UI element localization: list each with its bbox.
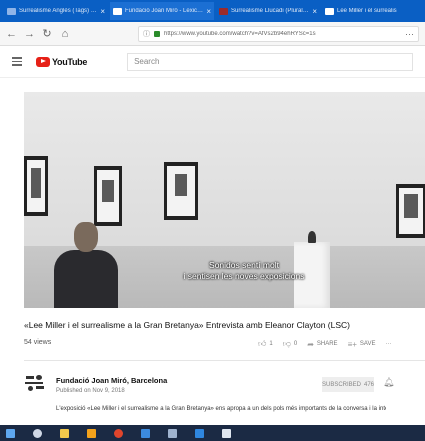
youtube-header: YouTube Search xyxy=(0,46,425,78)
browser-tab-2[interactable]: Fundació Joan Miró - Lexicon × xyxy=(110,2,214,20)
video-actions: 👍︎ 1 👎︎ 0 ➦ SHARE ≡+ SAVE ··· xyxy=(258,339,391,349)
youtube-logo[interactable]: YouTube xyxy=(36,56,88,67)
close-icon[interactable]: × xyxy=(312,7,317,16)
view-count: 54 views xyxy=(24,339,52,346)
search-input[interactable]: Search xyxy=(127,52,413,71)
youtube-logo-text: YouTube xyxy=(52,56,88,67)
lock-icon xyxy=(154,30,160,37)
save-label: SAVE xyxy=(359,341,376,347)
subtitle-line-2: i sentisen les noves exposicions xyxy=(183,271,305,281)
address-bar[interactable]: ⓘ https://www.youtube.com/watch?v=AfVs2b… xyxy=(138,25,419,42)
tab-favicon-icon xyxy=(219,7,228,15)
artwork-frame xyxy=(24,156,48,216)
like-count: 1 xyxy=(269,341,273,347)
share-label: SHARE xyxy=(316,341,338,347)
browser-icon[interactable] xyxy=(114,428,123,438)
dislike-count: 0 xyxy=(293,341,298,347)
thumbs-down-icon: 👎︎ xyxy=(282,339,291,348)
artwork-frame xyxy=(94,166,122,226)
share-app-icon[interactable] xyxy=(168,428,177,438)
page-actions-icon[interactable]: ··· xyxy=(405,29,414,39)
video-description: L'exposició «Lee Miller i el surrealisme… xyxy=(56,406,386,412)
add-to-playlist-icon: ≡+ xyxy=(347,339,357,349)
channel-name[interactable]: Fundació Joan Miró, Barcelona xyxy=(56,376,167,385)
menu-icon[interactable] xyxy=(12,57,22,66)
notification-bell-icon[interactable]: 🔔︎ xyxy=(383,377,394,388)
app-icon[interactable] xyxy=(141,428,150,438)
channel-avatar[interactable] xyxy=(24,374,46,392)
subscribe-label: SUBSCRIBED xyxy=(321,381,361,388)
tab-title: Fundació Joan Miró - Lexicon xyxy=(125,8,204,14)
save-button[interactable]: ≡+ SAVE xyxy=(348,340,376,349)
publish-date: Published on Nov 9, 2018 xyxy=(56,388,125,394)
youtube-play-icon xyxy=(36,56,50,67)
browser-nav-bar: ← → ↻ ⌂ ⓘ https://www.youtube.com/watch?… xyxy=(0,22,425,46)
media-icon[interactable] xyxy=(222,428,231,438)
browser-tab-3[interactable]: Surrealisme Llucadi (Plural) 53 × xyxy=(216,2,320,20)
like-button[interactable]: 👍︎ 1 xyxy=(258,339,273,349)
home-icon[interactable]: ⌂ xyxy=(60,28,70,40)
folder-icon[interactable] xyxy=(60,428,69,438)
tab-favicon-icon xyxy=(113,7,122,15)
tab-title: Surrealisme Anglès (Tags) - arro xyxy=(19,8,98,14)
more-actions-button[interactable]: ··· xyxy=(385,341,391,347)
tab-title: Lee Miller i el surrealis xyxy=(337,8,397,14)
divider xyxy=(24,360,425,361)
info-icon[interactable]: ⓘ xyxy=(143,29,150,39)
search-icon[interactable] xyxy=(33,428,42,438)
close-icon[interactable]: × xyxy=(100,7,105,16)
share-icon: ➦ xyxy=(307,339,314,349)
share-button[interactable]: ➦ SHARE xyxy=(307,340,337,349)
sculpture xyxy=(308,231,316,243)
browser-tab-bar: Surrealisme Anglès (Tags) - arro × Funda… xyxy=(0,0,425,22)
thumbs-up-icon: 👍︎ xyxy=(258,339,267,348)
tab-favicon-icon xyxy=(7,7,16,15)
store-icon[interactable] xyxy=(87,428,96,438)
subscribe-button[interactable]: SUBSCRIBED 476 xyxy=(322,377,374,392)
url-text[interactable]: https://www.youtube.com/watch?v=AfVs2b94… xyxy=(164,31,401,37)
artwork-frame xyxy=(164,162,198,220)
tab-title: Surrealisme Llucadi (Plural) 53 xyxy=(231,8,310,14)
photos-icon[interactable] xyxy=(195,428,204,438)
back-icon[interactable]: ← xyxy=(6,28,17,40)
artwork-frame xyxy=(396,184,425,238)
browser-tab-1[interactable]: Surrealisme Anglès (Tags) - arro × xyxy=(4,2,108,20)
speaker xyxy=(46,222,126,308)
browser-tab-4[interactable]: Lee Miller i el surrealis xyxy=(322,2,425,20)
taskbar xyxy=(0,425,425,441)
subscriber-count: 476 xyxy=(364,381,375,388)
video-title: «Lee Miller i el surrealisme a la Gran B… xyxy=(24,320,350,330)
reload-icon[interactable]: ↻ xyxy=(42,27,52,40)
tab-favicon-icon xyxy=(325,7,334,15)
close-icon[interactable]: × xyxy=(206,7,211,16)
subtitle-line-1: Sonidos sentí molt xyxy=(209,260,279,270)
dislike-button[interactable]: 👎︎ 0 xyxy=(283,339,297,349)
video-player[interactable]: Sonidos sentí molt i sentisen les noves … xyxy=(24,92,425,308)
video-subtitles: Sonidos sentí molt i sentisen les noves … xyxy=(144,260,344,282)
forward-icon[interactable]: → xyxy=(24,28,35,40)
windows-start-icon[interactable] xyxy=(6,428,15,438)
